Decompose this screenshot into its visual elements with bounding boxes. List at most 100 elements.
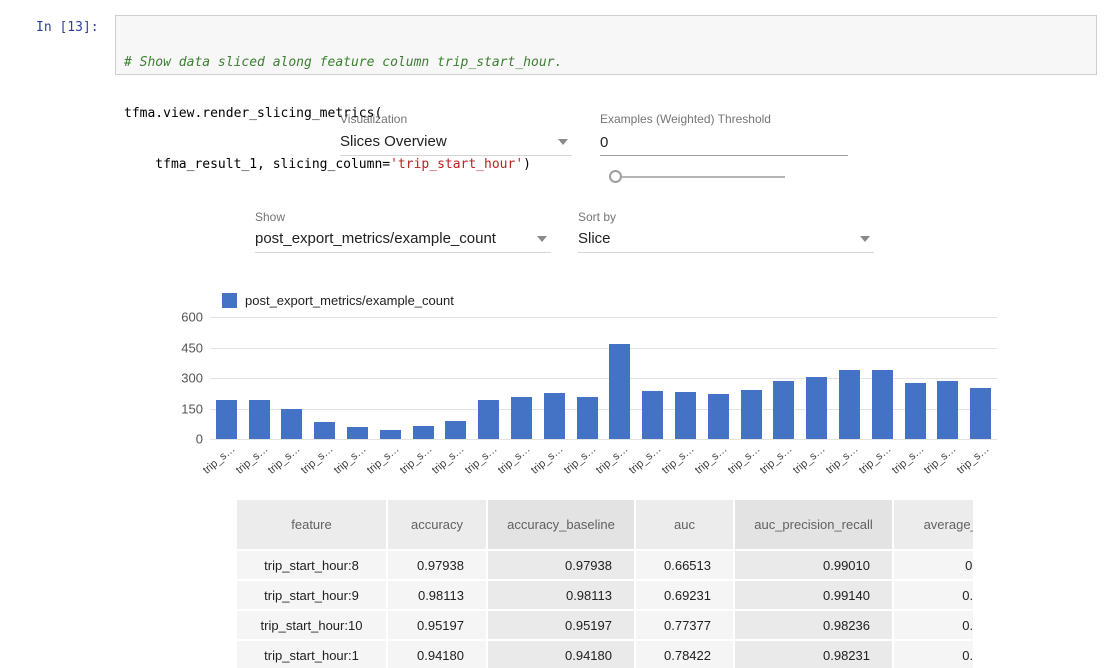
bar-slot — [636, 317, 669, 439]
visualization-select[interactable]: Slices Overview — [340, 128, 572, 156]
bar-slot — [374, 317, 407, 439]
code-line-comment: # Show data sliced along feature column … — [124, 54, 1088, 71]
header-cell: auc_precision_recall — [735, 500, 892, 549]
sort-select[interactable]: Slice — [578, 225, 874, 253]
bar-slot — [243, 317, 276, 439]
table-cell: 0.66513 — [636, 551, 733, 579]
sort-select-value: Slice — [578, 230, 611, 247]
bar[interactable] — [216, 400, 237, 439]
bar[interactable] — [478, 400, 499, 439]
sort-label: Sort by — [578, 210, 616, 224]
show-metric-select[interactable]: post_export_metrics/example_count — [255, 225, 551, 253]
table-cell: 0.94180 — [388, 641, 486, 668]
show-label: Show — [255, 210, 285, 224]
header-cell: accuracy — [388, 500, 486, 549]
bar[interactable] — [544, 393, 565, 439]
bar[interactable] — [905, 383, 926, 439]
bar-slot — [702, 317, 735, 439]
table-cell: 0.95197 — [488, 611, 634, 639]
bar-slot — [768, 317, 801, 439]
bar[interactable] — [872, 370, 893, 439]
table-cell: trip_start_hour:9 — [237, 581, 386, 609]
bar[interactable] — [281, 409, 302, 439]
threshold-value: 0 — [600, 134, 608, 151]
y-tick-label: 450 — [181, 340, 203, 355]
threshold-slider-knob[interactable] — [609, 170, 622, 183]
y-tick-label: 0 — [196, 432, 203, 447]
bar-slot — [538, 317, 571, 439]
gridline — [210, 439, 997, 440]
bar[interactable] — [642, 391, 663, 439]
bar-slot — [964, 317, 997, 439]
bar-slot — [472, 317, 505, 439]
table-header-row: featureaccuracyaccuracy_baselineaucauc_p… — [237, 500, 973, 549]
visualization-select-value: Slices Overview — [340, 133, 447, 150]
table-row: trip_start_hour:80.979380.979380.665130.… — [237, 551, 973, 579]
bar[interactable] — [675, 392, 696, 439]
bar-slot — [604, 317, 637, 439]
table-cell: 0.0892 — [894, 581, 973, 609]
table-cell: 0.99140 — [735, 581, 892, 609]
table-cell: 0.69231 — [636, 581, 733, 609]
table-cell: 0.77377 — [636, 611, 733, 639]
bar[interactable] — [970, 388, 991, 439]
bar-slot — [276, 317, 309, 439]
table-body: trip_start_hour:80.979380.979380.665130.… — [237, 551, 973, 668]
table-cell: 0.97938 — [388, 551, 486, 579]
bar[interactable] — [511, 397, 532, 439]
bar[interactable] — [577, 397, 598, 439]
code-editor[interactable]: # Show data sliced along feature column … — [115, 15, 1097, 75]
y-tick-label: 300 — [181, 371, 203, 386]
table-row: trip_start_hour:100.951970.951970.773770… — [237, 611, 973, 639]
code-line-3: tfma_result_1, slicing_column='trip_star… — [124, 156, 1088, 173]
table-cell: 0.1541 — [894, 611, 973, 639]
bar-slot — [669, 317, 702, 439]
bar[interactable] — [806, 377, 827, 439]
bar-slot — [571, 317, 604, 439]
visualization-label: Visualization — [340, 112, 407, 126]
threshold-input[interactable]: 0 — [600, 128, 848, 156]
threshold-slider-track[interactable] — [620, 176, 785, 178]
table-cell: 0.1111 — [894, 551, 973, 579]
bar[interactable] — [708, 394, 729, 439]
show-metric-select-value: post_export_metrics/example_count — [255, 230, 496, 247]
bar[interactable] — [839, 370, 860, 439]
bar[interactable] — [773, 381, 794, 439]
metrics-table: featureaccuracyaccuracy_baselineaucauc_p… — [237, 500, 973, 668]
bar[interactable] — [609, 344, 630, 439]
bar[interactable] — [445, 421, 466, 439]
bar[interactable] — [249, 400, 270, 439]
slices-bar-chart — [210, 317, 997, 439]
table-cell: 0.94180 — [488, 641, 634, 668]
table-cell: 0.78422 — [636, 641, 733, 668]
chart-legend: post_export_metrics/example_count — [222, 293, 454, 308]
y-tick-label: 600 — [181, 310, 203, 325]
x-tick-label: trip_s… — [201, 443, 238, 477]
table-cell: trip_start_hour:10 — [237, 611, 386, 639]
bar[interactable] — [380, 430, 401, 439]
x-axis-labels: trip_s…trip_s…trip_s…trip_s…trip_s…trip_… — [210, 441, 997, 475]
bar[interactable] — [347, 427, 368, 439]
table-cell: 0.99010 — [735, 551, 892, 579]
table-row: trip_start_hour:90.981130.981130.692310.… — [237, 581, 973, 609]
chevron-down-icon — [558, 139, 568, 145]
table-row: trip_start_hour:10.941800.941800.784220.… — [237, 641, 973, 668]
bar[interactable] — [314, 422, 335, 439]
bar-slot — [440, 317, 473, 439]
bar-slot — [505, 317, 538, 439]
table-cell: 0.98236 — [735, 611, 892, 639]
header-cell: accuracy_baseline — [488, 500, 634, 549]
header-cell: average_los — [894, 500, 973, 549]
y-tick-label: 150 — [181, 401, 203, 416]
table-cell: 0.97938 — [488, 551, 634, 579]
table-cell: 0.98113 — [488, 581, 634, 609]
y-axis-labels: 6004503001500 — [148, 317, 203, 439]
cell-prompt: In [13]: — [36, 20, 99, 35]
table-cell: 0.98113 — [388, 581, 486, 609]
notebook-page: In [13]: # Show data sliced along featur… — [0, 0, 1111, 668]
bar[interactable] — [937, 381, 958, 439]
header-cell: auc — [636, 500, 733, 549]
bar[interactable] — [741, 390, 762, 439]
bar[interactable] — [413, 426, 434, 439]
chevron-down-icon — [860, 236, 870, 242]
